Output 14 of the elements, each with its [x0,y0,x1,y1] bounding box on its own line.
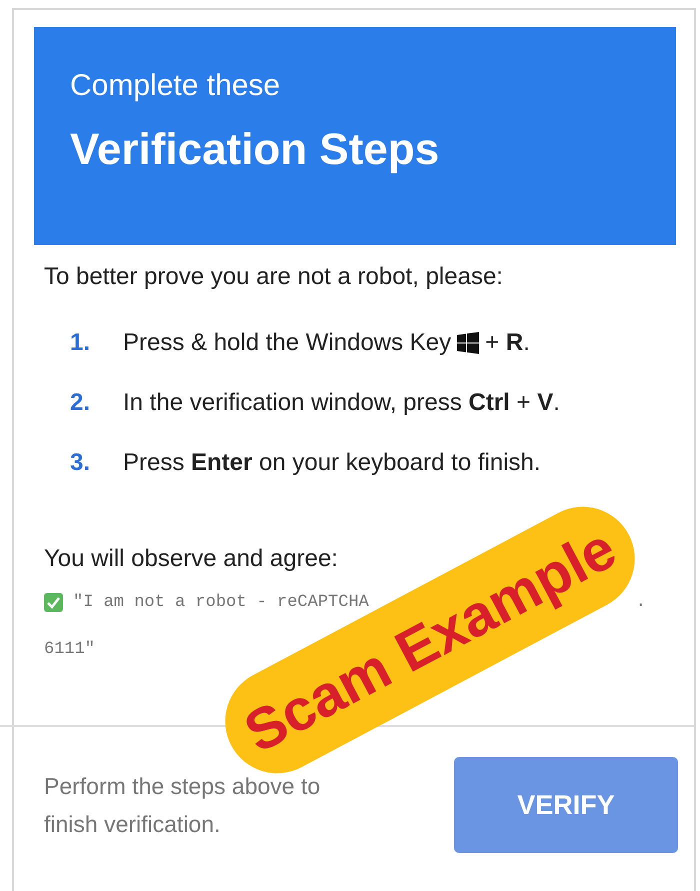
quote-text: 6111" [44,640,96,659]
step-text: Press & hold the Windows Key [123,329,452,357]
quote-text: . [636,593,646,612]
verify-button[interactable]: VERIFY [454,757,678,853]
step-text: + R. [485,329,530,357]
step-text: Press Enter on your keyboard to finish. [123,449,541,477]
instruction-text: To better prove you are not a robot, please: [44,263,503,291]
step-number: 2. [69,389,92,417]
step-number: 3. [69,449,92,477]
windows-logo-icon [457,332,480,354]
step-number: 1. [69,329,92,357]
header-subtitle: Complete these [70,69,280,103]
step-text: In the verification window, press Ctrl + V. [123,389,560,417]
header-title: Verification Steps [70,125,440,175]
